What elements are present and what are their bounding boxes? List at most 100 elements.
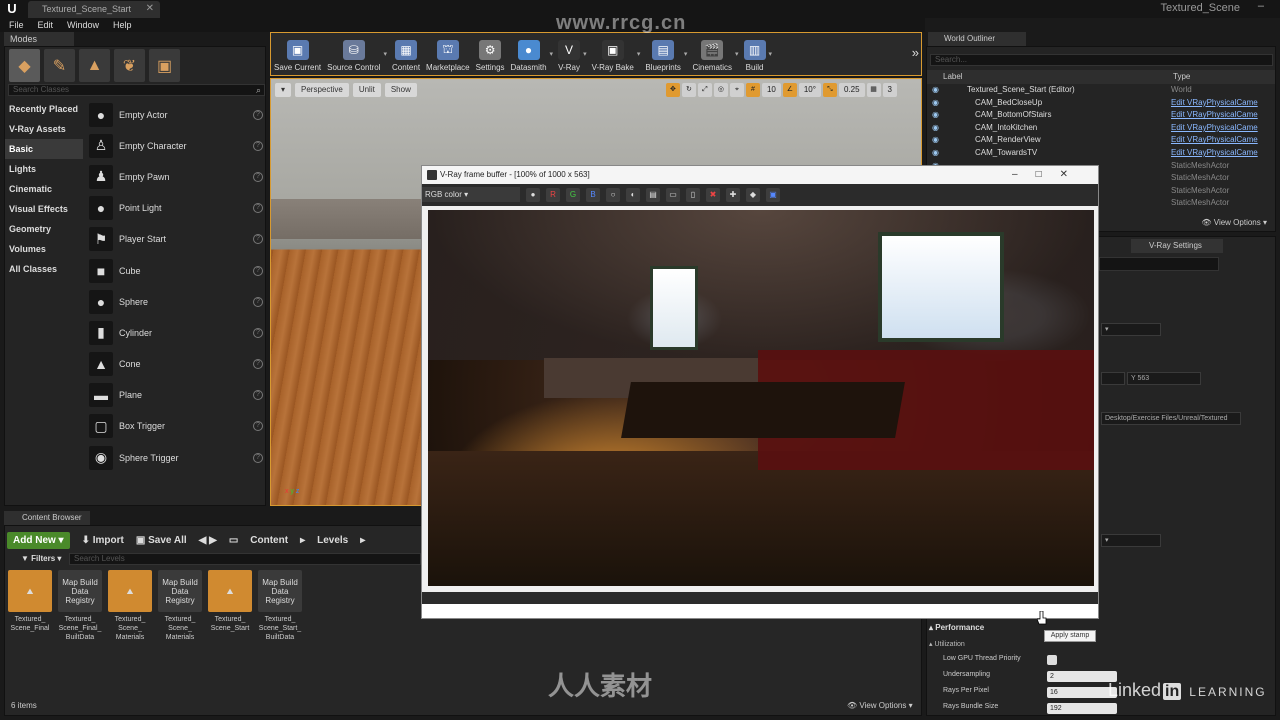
category-item[interactable]: Visual Effects <box>5 199 83 219</box>
chevron-down-icon[interactable]: ▾ <box>384 50 388 58</box>
region-render-icon[interactable]: ✚ <box>726 188 740 202</box>
view-options-button[interactable]: 👁 View Options ▾ <box>847 701 913 710</box>
track-mouse-icon[interactable]: ◆ <box>746 188 760 202</box>
category-item[interactable]: Lights <box>5 159 83 179</box>
menu-edit[interactable]: Edit <box>38 18 54 32</box>
asset-item[interactable]: ⛰ Textured_ Scene_Start <box>208 570 252 642</box>
help-icon[interactable]: ? <box>253 171 263 182</box>
viewport-menu-button[interactable]: ▾ <box>275 83 292 97</box>
outliner-type[interactable]: Edit VRayPhysicalCame <box>1171 109 1258 122</box>
search-classes-input[interactable]: Search Classes ⌕ <box>8 84 265 96</box>
rendered-image[interactable] <box>428 210 1094 586</box>
save-all-button[interactable]: ▣ Save All <box>136 535 187 546</box>
category-item[interactable]: Basic <box>5 139 83 159</box>
rotate-icon[interactable]: ↻ <box>681 83 696 97</box>
help-icon[interactable]: ? <box>253 109 263 120</box>
visibility-eye-icon[interactable]: ◉ <box>932 97 939 110</box>
low-gpu-priority-checkbox[interactable] <box>1047 655 1057 665</box>
y-field[interactable]: Y 563 <box>1127 372 1201 385</box>
class-item[interactable]: ▲ Cone? <box>85 349 265 380</box>
toolbar-overflow-icon[interactable]: » <box>912 45 919 60</box>
asset-item[interactable]: Map Build Data Registry Textured_ Scene_ … <box>158 570 202 642</box>
outliner-type[interactable]: Edit VRayPhysicalCame <box>1171 147 1258 160</box>
geometry-mode-icon[interactable]: ▣ <box>149 49 180 82</box>
class-item[interactable]: ♟ Empty Pawn? <box>85 161 265 192</box>
help-icon[interactable]: ? <box>253 452 263 463</box>
class-item[interactable]: ▢ Box Trigger? <box>85 411 265 442</box>
chevron-down-icon[interactable]: ▾ <box>735 50 739 58</box>
help-icon[interactable]: ? <box>253 140 263 151</box>
class-item[interactable]: ⚑ Player Start? <box>85 224 265 255</box>
help-icon[interactable]: ? <box>253 359 263 370</box>
build-button[interactable]: ▥ Build <box>741 33 769 75</box>
camera-number[interactable]: 3 <box>882 83 897 97</box>
foliage-mode-icon[interactable]: ❦ <box>114 49 145 82</box>
details-dropdown[interactable]: ▾ <box>1101 323 1161 336</box>
render-icon[interactable]: ▣ <box>766 188 780 202</box>
v-ray-bake-button[interactable]: ▣ V-Ray Bake <box>589 33 637 75</box>
outliner-row[interactable]: ◉ Textured_Scene_Start (Editor) World <box>927 84 1267 97</box>
search-assets-input[interactable]: Search Levels <box>69 553 421 565</box>
asset-item[interactable]: Map Build Data Registry Textured_ Scene_S… <box>258 570 302 642</box>
save-current-button[interactable]: ▣ Save Current <box>271 33 324 75</box>
performance-value-field[interactable]: 16 <box>1047 687 1117 698</box>
perspective-button[interactable]: Perspective <box>295 83 349 97</box>
rotation-snap-icon[interactable]: ∠ <box>782 83 797 97</box>
asset-item[interactable]: Map Build Data Registry Textured_ Scene_F… <box>58 570 102 642</box>
translate-icon[interactable]: ✥ <box>665 83 680 97</box>
class-item[interactable]: ■ Cube? <box>85 255 265 286</box>
world-icon[interactable]: ◎ <box>713 83 728 97</box>
rotation-snap-value[interactable]: 10° <box>798 83 821 97</box>
class-item[interactable]: ◉ Sphere Trigger? <box>85 442 265 473</box>
chevron-down-icon[interactable]: ▾ <box>769 50 773 58</box>
menu-file[interactable]: File <box>9 18 24 32</box>
red-channel-button[interactable]: R <box>546 188 560 202</box>
chevron-down-icon[interactable]: ▾ <box>583 50 587 58</box>
class-item[interactable]: ▮ Cylinder? <box>85 317 265 348</box>
category-item[interactable]: Recently Placed <box>5 99 83 119</box>
datasmith-button[interactable]: ● Datasmith <box>508 33 550 75</box>
modes-tab[interactable]: Modes <box>4 32 74 46</box>
help-icon[interactable]: ? <box>253 390 263 401</box>
show-button[interactable]: Show <box>384 83 417 97</box>
scale-icon[interactable]: ⤢ <box>697 83 712 97</box>
scale-snap-icon[interactable]: ⤡ <box>822 83 837 97</box>
content-button[interactable]: ▦ Content <box>389 33 423 75</box>
save-image-icon[interactable]: ▤ <box>646 188 660 202</box>
visibility-eye-icon[interactable]: ◉ <box>932 147 939 160</box>
clear-icon[interactable]: ▯ <box>686 188 700 202</box>
paint-mode-icon[interactable]: ✎ <box>44 49 75 82</box>
output-path-field[interactable]: Desktop/Exercise Files/Unreal/Textured <box>1101 412 1241 425</box>
outliner-type[interactable]: Edit VRayPhysicalCame <box>1171 97 1258 110</box>
blueprints-button[interactable]: ▤ Blueprints <box>642 33 684 75</box>
outliner-type[interactable]: Edit VRayPhysicalCame <box>1171 134 1258 147</box>
menu-help[interactable]: Help <box>113 18 132 32</box>
help-icon[interactable]: ? <box>253 296 263 307</box>
performance-section[interactable]: ▴ Performance <box>929 623 984 632</box>
help-icon[interactable]: ? <box>253 327 263 338</box>
path-levels[interactable]: Levels <box>317 535 348 546</box>
category-item[interactable]: V-Ray Assets <box>5 119 83 139</box>
content-browser-tab[interactable]: Content Browser <box>4 511 90 525</box>
details-search-input[interactable] <box>1099 257 1219 271</box>
category-item[interactable]: Volumes <box>5 239 83 259</box>
blue-channel-button[interactable]: B <box>586 188 600 202</box>
color-picker-icon[interactable]: ● <box>526 188 540 202</box>
asset-item[interactable]: ⛰ Textured_ Scene_ Materials <box>108 570 152 642</box>
vfb-window-controls[interactable]: –□✕ <box>1012 166 1086 184</box>
visibility-eye-icon[interactable]: ◉ <box>932 134 939 147</box>
class-item[interactable]: ● Point Light? <box>85 193 265 224</box>
outliner-row[interactable]: ◉ CAM_IntoKitchen Edit VRayPhysicalCame <box>927 122 1267 135</box>
camera-speed-icon[interactable]: ▦ <box>866 83 881 97</box>
label-column-header[interactable]: Label <box>943 70 963 84</box>
outliner-row[interactable]: ◉ CAM_BedCloseUp Edit VRayPhysicalCame <box>927 97 1267 110</box>
menu-window[interactable]: Window <box>67 18 99 32</box>
green-channel-button[interactable]: G <box>566 188 580 202</box>
place-mode-icon[interactable]: ◆ <box>9 49 40 82</box>
class-item[interactable]: ▬ Plane? <box>85 380 265 411</box>
visibility-eye-icon[interactable]: ◉ <box>932 109 939 122</box>
outliner-row[interactable]: ◉ CAM_BottomOfStairs Edit VRayPhysicalCame <box>927 109 1267 122</box>
help-icon[interactable]: ? <box>253 421 263 432</box>
chevron-down-icon[interactable]: ▾ <box>684 50 688 58</box>
landscape-mode-icon[interactable]: ▲ <box>79 49 110 82</box>
